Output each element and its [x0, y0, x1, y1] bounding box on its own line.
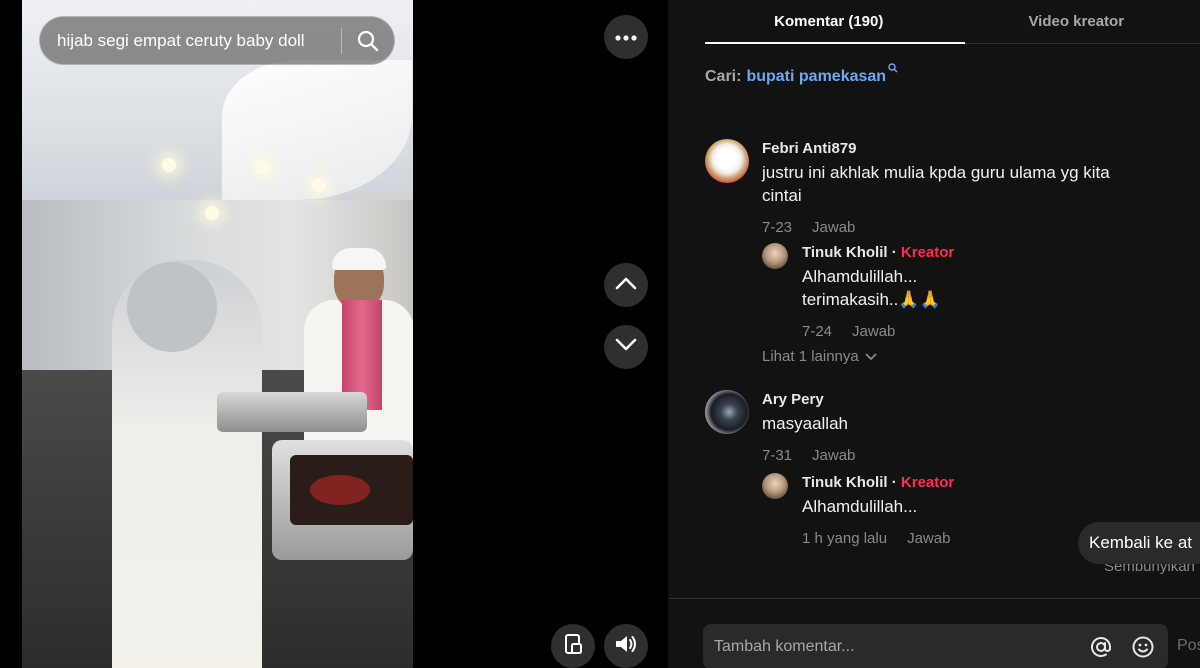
- reply-text: Alhamdulillah... terimakasih..🙏🙏: [802, 265, 954, 311]
- reply-item: Tinuk Kholil · Kreator Alhamdulillah... …: [762, 243, 1162, 340]
- more-button[interactable]: [604, 15, 648, 59]
- video-scene-lamp: [255, 160, 269, 174]
- reply-text-line: Alhamdulillah...: [802, 267, 918, 286]
- video-scene-buffet: [217, 392, 367, 432]
- search-suggestion[interactable]: Cari: bupati pamekasan: [705, 63, 898, 86]
- search-icon: [888, 63, 898, 81]
- mention-icon[interactable]: [1086, 632, 1116, 662]
- video-scene-cap: [332, 248, 386, 270]
- more-icon: [615, 28, 637, 46]
- video-scene-person-head: [127, 262, 217, 352]
- comment-item: Febri Anti879 justru ini akhlak mulia kp…: [705, 139, 1155, 236]
- reply-button[interactable]: Jawab: [812, 219, 855, 236]
- search-suggestion-link[interactable]: bupati pamekasan: [746, 68, 886, 86]
- tab-comments[interactable]: Komentar (190): [705, 0, 965, 44]
- chevron-up-icon: [615, 276, 637, 295]
- comment-input-placeholder[interactable]: Tambah komentar...: [714, 638, 1074, 656]
- reply-meta: 1 h yang lalu Jawab: [802, 530, 954, 547]
- reply-text-line: terimakasih..🙏🙏: [802, 290, 941, 309]
- miniplayer-icon: [563, 633, 583, 660]
- chevron-down-icon: [865, 348, 877, 365]
- comment-meta: 7-23 Jawab: [762, 219, 1142, 236]
- video-search-query[interactable]: hijab segi empat ceruty baby doll: [57, 31, 335, 51]
- video-pane: hijab segi empat ceruty baby doll: [0, 0, 668, 668]
- avatar[interactable]: [705, 139, 749, 183]
- reply-author[interactable]: Tinuk Kholil: [802, 244, 888, 261]
- video-scene-lamp: [162, 158, 176, 172]
- reply-body: Tinuk Kholil · Kreator Alhamdulillah... …: [802, 243, 954, 340]
- video-search-bar[interactable]: hijab segi empat ceruty baby doll: [39, 16, 395, 65]
- comment-body: Febri Anti879 justru ini akhlak mulia kp…: [762, 139, 1142, 236]
- next-video-button[interactable]: [604, 325, 648, 369]
- page: hijab segi empat ceruty baby doll Koment…: [0, 0, 1200, 668]
- avatar[interactable]: [762, 473, 788, 499]
- separator: ·: [891, 244, 897, 261]
- comment-author[interactable]: Ary Pery: [762, 390, 855, 410]
- see-more-replies-button[interactable]: Lihat 1 lainnya: [762, 348, 877, 365]
- comment-author[interactable]: Febri Anti879: [762, 139, 1142, 159]
- tab-creator-videos[interactable]: Video kreator: [953, 0, 1200, 43]
- reply-author-line: Tinuk Kholil · Kreator: [802, 243, 954, 263]
- video-scene-lamp: [312, 178, 326, 192]
- reply-button[interactable]: Jawab: [907, 530, 950, 547]
- avatar[interactable]: [762, 243, 788, 269]
- reply-author-line: Tinuk Kholil · Kreator: [802, 473, 954, 493]
- volume-button[interactable]: [604, 624, 648, 668]
- comment-item: Ary Pery masyaallah 7-31 Jawab: [705, 390, 1155, 464]
- reply-text: Alhamdulillah...: [802, 497, 918, 516]
- miniplayer-button[interactable]: [551, 624, 595, 668]
- reply-date: 1 h yang lalu: [802, 530, 888, 547]
- video-scene-food: [290, 455, 413, 525]
- search-divider: [341, 27, 342, 54]
- search-icon[interactable]: [354, 27, 382, 55]
- reply-meta: 7-24 Jawab: [802, 323, 954, 340]
- post-button[interactable]: Pos: [1177, 637, 1200, 655]
- see-more-label: Lihat 1 lainnya: [762, 348, 859, 365]
- comment-meta: 7-31 Jawab: [762, 447, 855, 464]
- reply-button[interactable]: Jawab: [812, 447, 855, 464]
- comment-body: Ary Pery masyaallah 7-31 Jawab: [762, 390, 855, 464]
- reply-date: 7-24: [802, 323, 833, 340]
- reply-button[interactable]: Jawab: [852, 323, 895, 340]
- comment-text: justru ini akhlak mulia kpda guru ulama …: [762, 163, 1110, 205]
- chevron-down-icon: [615, 338, 637, 357]
- comment-date: 7-31: [762, 447, 793, 464]
- comment-date: 7-23: [762, 219, 793, 236]
- search-suggestion-label: Cari:: [705, 68, 742, 85]
- comment-input[interactable]: Tambah komentar...: [703, 624, 1168, 668]
- comment-text: masyaallah: [762, 414, 848, 433]
- back-to-top-button[interactable]: Kembali ke at: [1078, 522, 1200, 564]
- avatar[interactable]: [705, 390, 749, 434]
- emoji-icon[interactable]: [1128, 632, 1158, 662]
- volume-icon: [614, 634, 638, 659]
- comment-composer: Tambah komentar... Pos: [669, 598, 1200, 668]
- separator: ·: [891, 474, 897, 491]
- video-scene-lamp: [205, 206, 219, 220]
- panel-tabs: Komentar (190) Video kreator: [705, 0, 1200, 44]
- creator-badge: Kreator: [900, 244, 955, 261]
- reply-body: Tinuk Kholil · Kreator Alhamdulillah... …: [802, 473, 954, 547]
- previous-video-button[interactable]: [604, 263, 648, 307]
- video-player[interactable]: [22, 0, 413, 668]
- reply-author[interactable]: Tinuk Kholil: [802, 474, 888, 491]
- creator-badge: Kreator: [900, 474, 955, 491]
